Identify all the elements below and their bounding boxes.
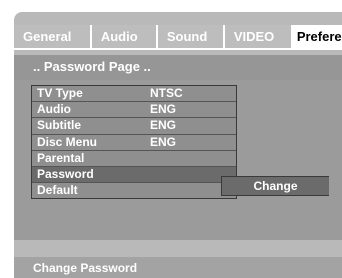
menu-item-label: Parental (37, 150, 85, 165)
menu-item-value: ENG (150, 118, 177, 133)
menu-item-subtitle[interactable]: Subtitle ENG (32, 118, 236, 135)
page-title: .. Password Page .. (33, 59, 151, 74)
tab-bar: General Audio Sound VIDEO Prefere (14, 25, 342, 50)
menu-item-label: Disc Menu (37, 134, 98, 149)
osd-screen: General Audio Sound VIDEO Prefere .. Pas… (0, 0, 342, 278)
status-text: Change Password (33, 261, 138, 275)
menu-item-default[interactable]: Default (32, 183, 236, 198)
tab-sound[interactable]: Sound (157, 25, 223, 48)
settings-menu: TV Type NTSC Audio ENG Subtitle ENG Disc… (31, 85, 237, 200)
menu-item-value: ENG (150, 102, 177, 117)
menu-item-tv-type[interactable]: TV Type NTSC (32, 86, 236, 103)
menu-item-audio[interactable]: Audio ENG (32, 102, 236, 119)
menu-item-label: Default (37, 183, 78, 198)
tab-video[interactable]: VIDEO (224, 25, 291, 48)
menu-item-label: Subtitle (37, 118, 81, 133)
menu-item-value: ENG (150, 134, 177, 149)
tab-general[interactable]: General (14, 25, 90, 48)
change-option[interactable]: Change (221, 176, 329, 196)
menu-item-label: TV Type (37, 86, 83, 100)
tab-preference[interactable]: Prefere (292, 25, 342, 48)
menu-item-parental[interactable]: Parental (32, 151, 236, 167)
tab-audio[interactable]: Audio (91, 25, 156, 48)
menu-item-value: NTSC (150, 86, 183, 100)
menu-item-label: Password (37, 166, 94, 181)
menu-item-label: Audio (37, 102, 71, 117)
menu-item-disc-menu[interactable]: Disc Menu ENG (32, 135, 236, 151)
menu-item-password[interactable]: Password (32, 166, 236, 184)
